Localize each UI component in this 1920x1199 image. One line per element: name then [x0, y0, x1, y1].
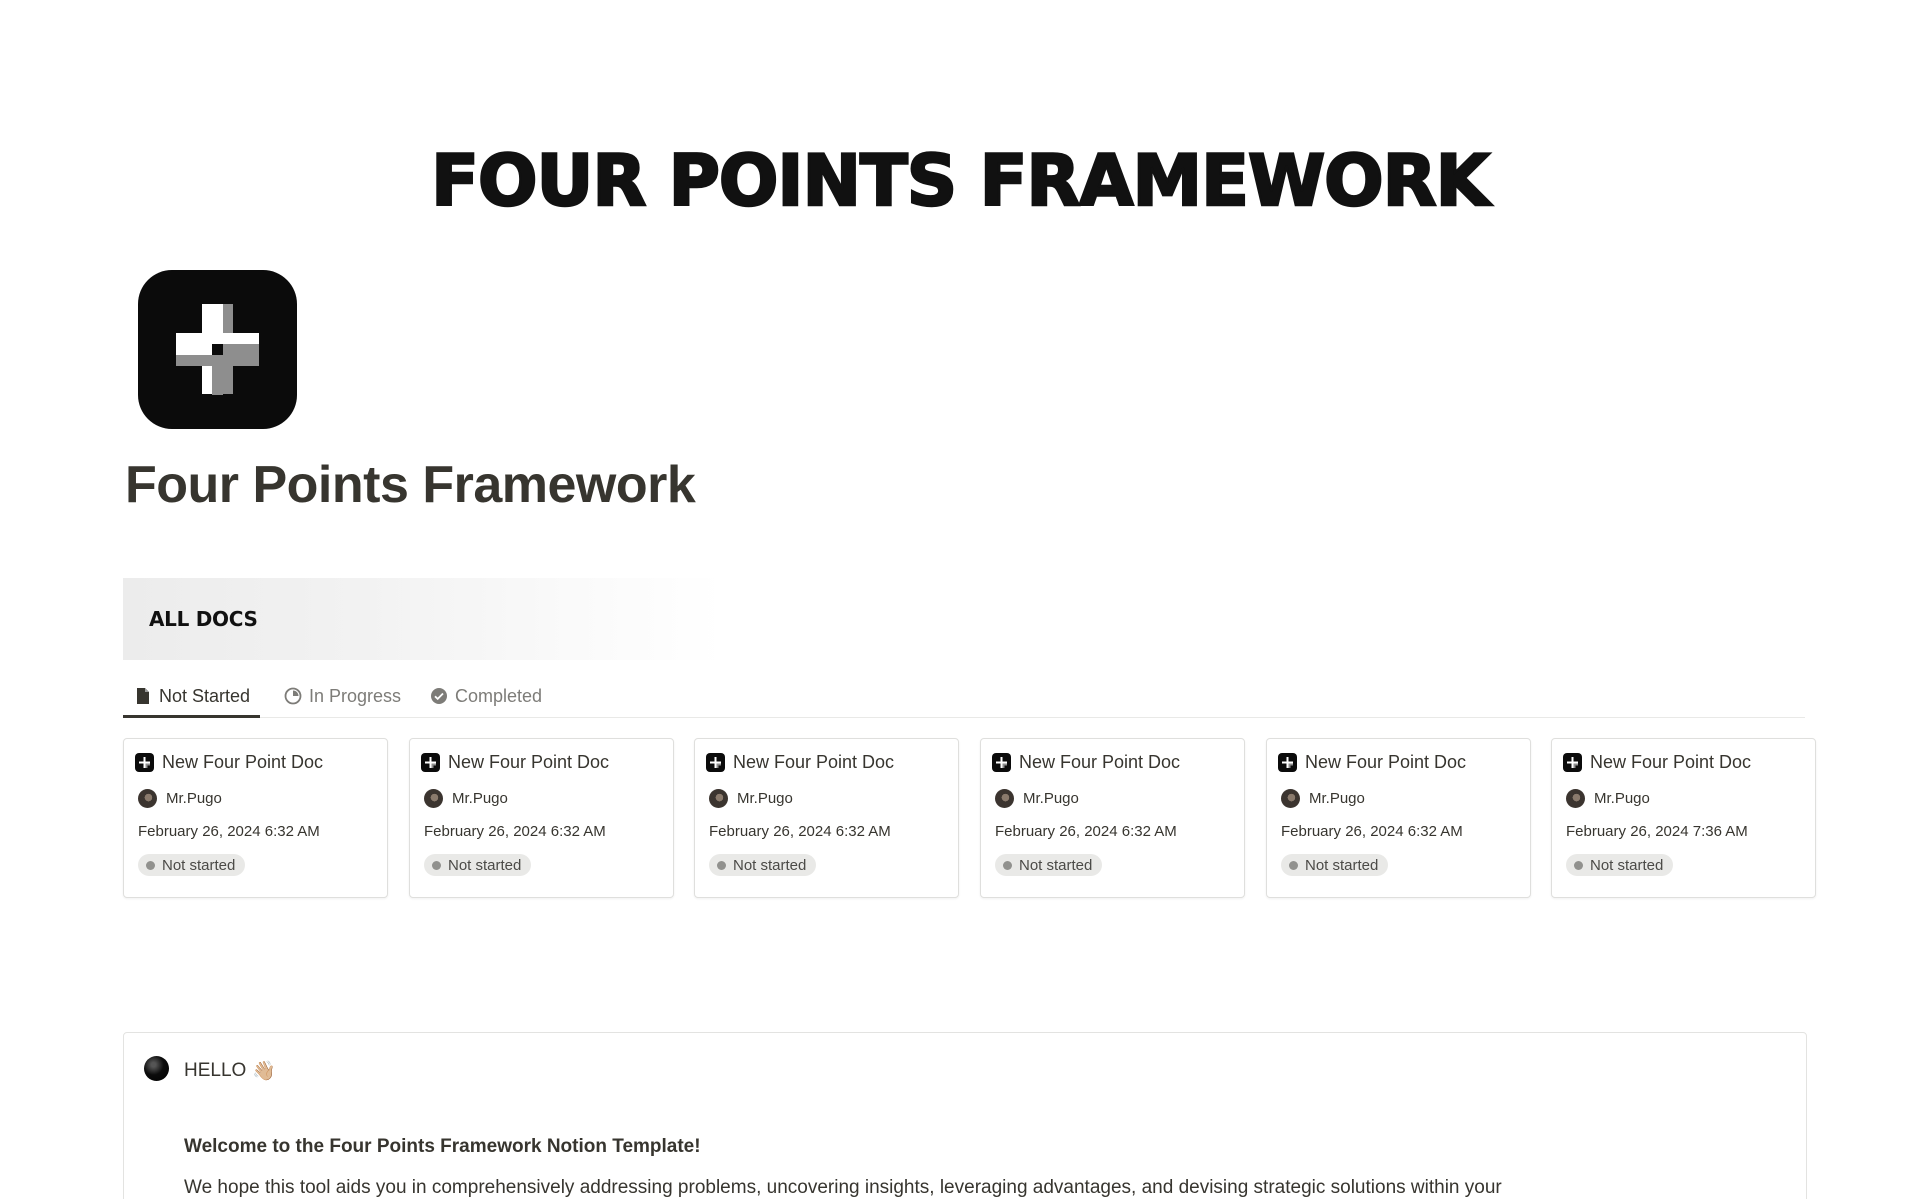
- progress-circle-icon: [283, 686, 303, 706]
- avatar: [709, 789, 728, 808]
- card-date: February 26, 2024 6:32 AM: [995, 823, 1177, 840]
- card-title[interactable]: New Four Point Doc: [706, 752, 894, 773]
- card-title-text: New Four Point Doc: [448, 752, 610, 772]
- welcome-text: Welcome to the Four Points Framework Not…: [184, 1136, 701, 1157]
- status-badge: Not started: [138, 854, 246, 876]
- tab-label: Completed: [455, 685, 543, 706]
- card-title-text: New Four Point Doc: [733, 752, 895, 772]
- user-name: Mr.Pugo: [452, 790, 508, 807]
- doc-card[interactable]: New Four Point Doc Mr.Pugo February 26, …: [1551, 738, 1816, 898]
- view-tabs: Not Started In Progress Completed: [123, 676, 1805, 718]
- hello-callout: HELLO 👋🏼 Welcome to the Four Points Fram…: [123, 1032, 1807, 1199]
- status-badge: Not started: [1566, 854, 1674, 876]
- four-points-icon: [1563, 753, 1582, 772]
- black-circle-icon[interactable]: [144, 1056, 169, 1081]
- status-label: Not started: [733, 856, 807, 874]
- doc-card[interactable]: New Four Point Doc Mr.Pugo February 26, …: [694, 738, 959, 898]
- card-title[interactable]: New Four Point Doc: [135, 752, 323, 773]
- page: FOUR POINTS FRAMEWORK Four Points Framew…: [0, 0, 1920, 1199]
- callout-heading-text: HELLO: [184, 1060, 247, 1081]
- status-dot-icon: [1003, 860, 1012, 870]
- tab-completed[interactable]: Completed: [429, 676, 542, 716]
- card-title[interactable]: New Four Point Doc: [1563, 752, 1751, 773]
- card-date: February 26, 2024 7:36 AM: [1566, 823, 1748, 840]
- status-dot-icon: [432, 860, 441, 870]
- card-date: February 26, 2024 6:32 AM: [709, 823, 891, 840]
- section-header: ALL DOCS: [123, 578, 723, 660]
- check-circle-icon: [429, 686, 449, 706]
- doc-card[interactable]: New Four Point Doc Mr.Pugo February 26, …: [1266, 738, 1531, 898]
- tab-not-started[interactable]: Not Started: [123, 676, 261, 718]
- four-points-icon[interactable]: [138, 270, 297, 429]
- card-user: Mr.Pugo: [709, 789, 793, 808]
- status-label: Not started: [448, 856, 522, 874]
- four-points-icon: [1278, 753, 1297, 772]
- status-dot-icon: [717, 860, 726, 870]
- four-points-icon: [135, 753, 154, 772]
- status-label: Not started: [1590, 856, 1664, 874]
- user-name: Mr.Pugo: [737, 790, 793, 807]
- tab-label: In Progress: [309, 685, 402, 706]
- gallery-cards: New Four Point Doc Mr.Pugo February 26, …: [123, 738, 1816, 898]
- tab-in-progress[interactable]: In Progress: [283, 676, 401, 716]
- user-name: Mr.Pugo: [166, 790, 222, 807]
- status-badge: Not started: [995, 854, 1103, 876]
- card-user: Mr.Pugo: [424, 789, 508, 808]
- status-dot-icon: [1574, 860, 1583, 870]
- user-name: Mr.Pugo: [1023, 790, 1079, 807]
- card-title[interactable]: New Four Point Doc: [992, 752, 1180, 773]
- card-title-text: New Four Point Doc: [1590, 752, 1752, 772]
- card-user: Mr.Pugo: [1281, 789, 1365, 808]
- four-points-icon: [421, 753, 440, 772]
- doc-card[interactable]: New Four Point Doc Mr.Pugo February 26, …: [980, 738, 1245, 898]
- doc-card[interactable]: New Four Point Doc Mr.Pugo February 26, …: [409, 738, 674, 898]
- user-name: Mr.Pugo: [1309, 790, 1365, 807]
- card-title[interactable]: New Four Point Doc: [1278, 752, 1466, 773]
- card-title[interactable]: New Four Point Doc: [421, 752, 609, 773]
- page-title: Four Points Framework: [125, 456, 696, 514]
- avatar: [1281, 789, 1300, 808]
- intro-paragraph: We hope this tool aids you in comprehens…: [184, 1177, 1502, 1198]
- four-points-icon: [706, 753, 725, 772]
- status-badge: Not started: [424, 854, 532, 876]
- avatar: [1566, 789, 1585, 808]
- cover-banner-text: FOUR POINTS FRAMEWORK: [430, 139, 1491, 224]
- card-user: Mr.Pugo: [138, 789, 222, 808]
- doc-card[interactable]: New Four Point Doc Mr.Pugo February 26, …: [123, 738, 388, 898]
- status-label: Not started: [1305, 856, 1379, 874]
- avatar: [995, 789, 1014, 808]
- section-title: ALL DOCS: [149, 607, 258, 631]
- status-badge: Not started: [709, 854, 817, 876]
- status-dot-icon: [1289, 860, 1298, 870]
- status-label: Not started: [162, 856, 236, 874]
- callout-heading: HELLO 👋🏼: [184, 1059, 276, 1083]
- tab-label: Not Started: [159, 685, 251, 706]
- avatar: [424, 789, 443, 808]
- waving-hand-icon: 👋🏼: [252, 1061, 276, 1082]
- card-date: February 26, 2024 6:32 AM: [1281, 823, 1463, 840]
- status-dot-icon: [146, 860, 155, 870]
- user-name: Mr.Pugo: [1594, 790, 1650, 807]
- card-user: Mr.Pugo: [995, 789, 1079, 808]
- card-date: February 26, 2024 6:32 AM: [138, 823, 320, 840]
- status-badge: Not started: [1281, 854, 1389, 876]
- document-icon: [133, 686, 153, 706]
- card-date: February 26, 2024 6:32 AM: [424, 823, 606, 840]
- avatar: [138, 789, 157, 808]
- status-label: Not started: [1019, 856, 1093, 874]
- card-title-text: New Four Point Doc: [1019, 752, 1181, 772]
- card-title-text: New Four Point Doc: [1305, 752, 1467, 772]
- card-user: Mr.Pugo: [1566, 789, 1650, 808]
- four-points-icon: [992, 753, 1011, 772]
- card-title-text: New Four Point Doc: [162, 752, 324, 772]
